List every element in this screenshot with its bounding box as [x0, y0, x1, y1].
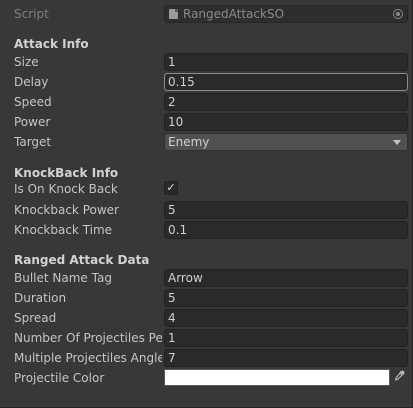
power-input[interactable]: 10: [164, 113, 408, 131]
delay-row: Delay 0.15: [0, 72, 412, 92]
is-on-knock-back-row: Is On Knock Back ✓: [0, 179, 412, 199]
size-input[interactable]: 1: [164, 53, 408, 71]
knockback-time-row: Knockback Time 0.1: [0, 220, 412, 240]
speed-label: Speed: [14, 95, 52, 109]
knockback-power-input[interactable]: 5: [164, 201, 408, 219]
inspector-panel: Script RangedAttackSO Attack Info Size 1…: [0, 0, 413, 408]
spread-label: Spread: [14, 311, 57, 325]
target-value: Enemy: [168, 135, 210, 149]
attack-info-header: Attack Info: [14, 37, 89, 51]
object-picker-icon[interactable]: [393, 9, 403, 19]
duration-row: Duration 5: [0, 288, 412, 308]
script-object-field[interactable]: RangedAttackSO: [164, 5, 408, 23]
multiple-projectiles-angle-row: Multiple Projectiles Angle 7: [0, 348, 412, 368]
dropdown-arrow-icon: [393, 140, 401, 145]
duration-label: Duration: [14, 291, 67, 305]
is-on-knock-back-checkbox[interactable]: ✓: [164, 181, 178, 195]
projectile-color-swatch[interactable]: [164, 369, 390, 386]
target-dropdown[interactable]: Enemy: [164, 133, 408, 151]
spread-input[interactable]: 4: [164, 309, 408, 327]
script-label: Script: [14, 7, 49, 21]
speed-input[interactable]: 2: [164, 93, 408, 111]
checkmark-icon: ✓: [166, 181, 176, 194]
script-value: RangedAttackSO: [183, 7, 285, 21]
number-of-projectiles-label: Number Of Projectiles Per: [14, 331, 162, 345]
multiple-projectiles-angle-label: Multiple Projectiles Angle: [14, 351, 162, 365]
number-of-projectiles-input[interactable]: 1: [164, 329, 408, 347]
knockback-time-input[interactable]: 0.1: [164, 221, 408, 239]
target-row: Target Enemy: [0, 132, 412, 152]
delay-label: Delay: [14, 75, 49, 89]
knockback-power-row: Knockback Power 5: [0, 200, 412, 220]
projectile-color-row: Projectile Color: [0, 368, 412, 388]
bullet-name-tag-row: Bullet Name Tag Arrow: [0, 268, 412, 288]
multiple-projectiles-angle-input[interactable]: 7: [164, 349, 408, 367]
bullet-name-tag-label: Bullet Name Tag: [14, 271, 112, 285]
ranged-attack-data-header: Ranged Attack Data: [14, 253, 150, 267]
bullet-name-tag-input[interactable]: Arrow: [164, 269, 408, 287]
eyedropper-icon[interactable]: [392, 369, 408, 386]
target-label: Target: [14, 135, 52, 149]
is-on-knock-back-label: Is On Knock Back: [14, 182, 118, 196]
delay-input[interactable]: 0.15: [164, 73, 408, 91]
size-label: Size: [14, 55, 39, 69]
power-label: Power: [14, 115, 51, 129]
spread-row: Spread 4: [0, 308, 412, 328]
scriptable-object-icon: [169, 9, 178, 19]
eyedropper-icon-svg: [395, 370, 405, 381]
script-row: Script RangedAttackSO: [0, 4, 412, 24]
number-of-projectiles-row: Number Of Projectiles Per 1: [0, 328, 412, 348]
knockback-time-label: Knockback Time: [14, 223, 113, 237]
knockback-power-label: Knockback Power: [14, 203, 119, 217]
size-row: Size 1: [0, 52, 412, 72]
projectile-color-label: Projectile Color: [14, 371, 105, 385]
duration-input[interactable]: 5: [164, 289, 408, 307]
speed-row: Speed 2: [0, 92, 412, 112]
power-row: Power 10: [0, 112, 412, 132]
